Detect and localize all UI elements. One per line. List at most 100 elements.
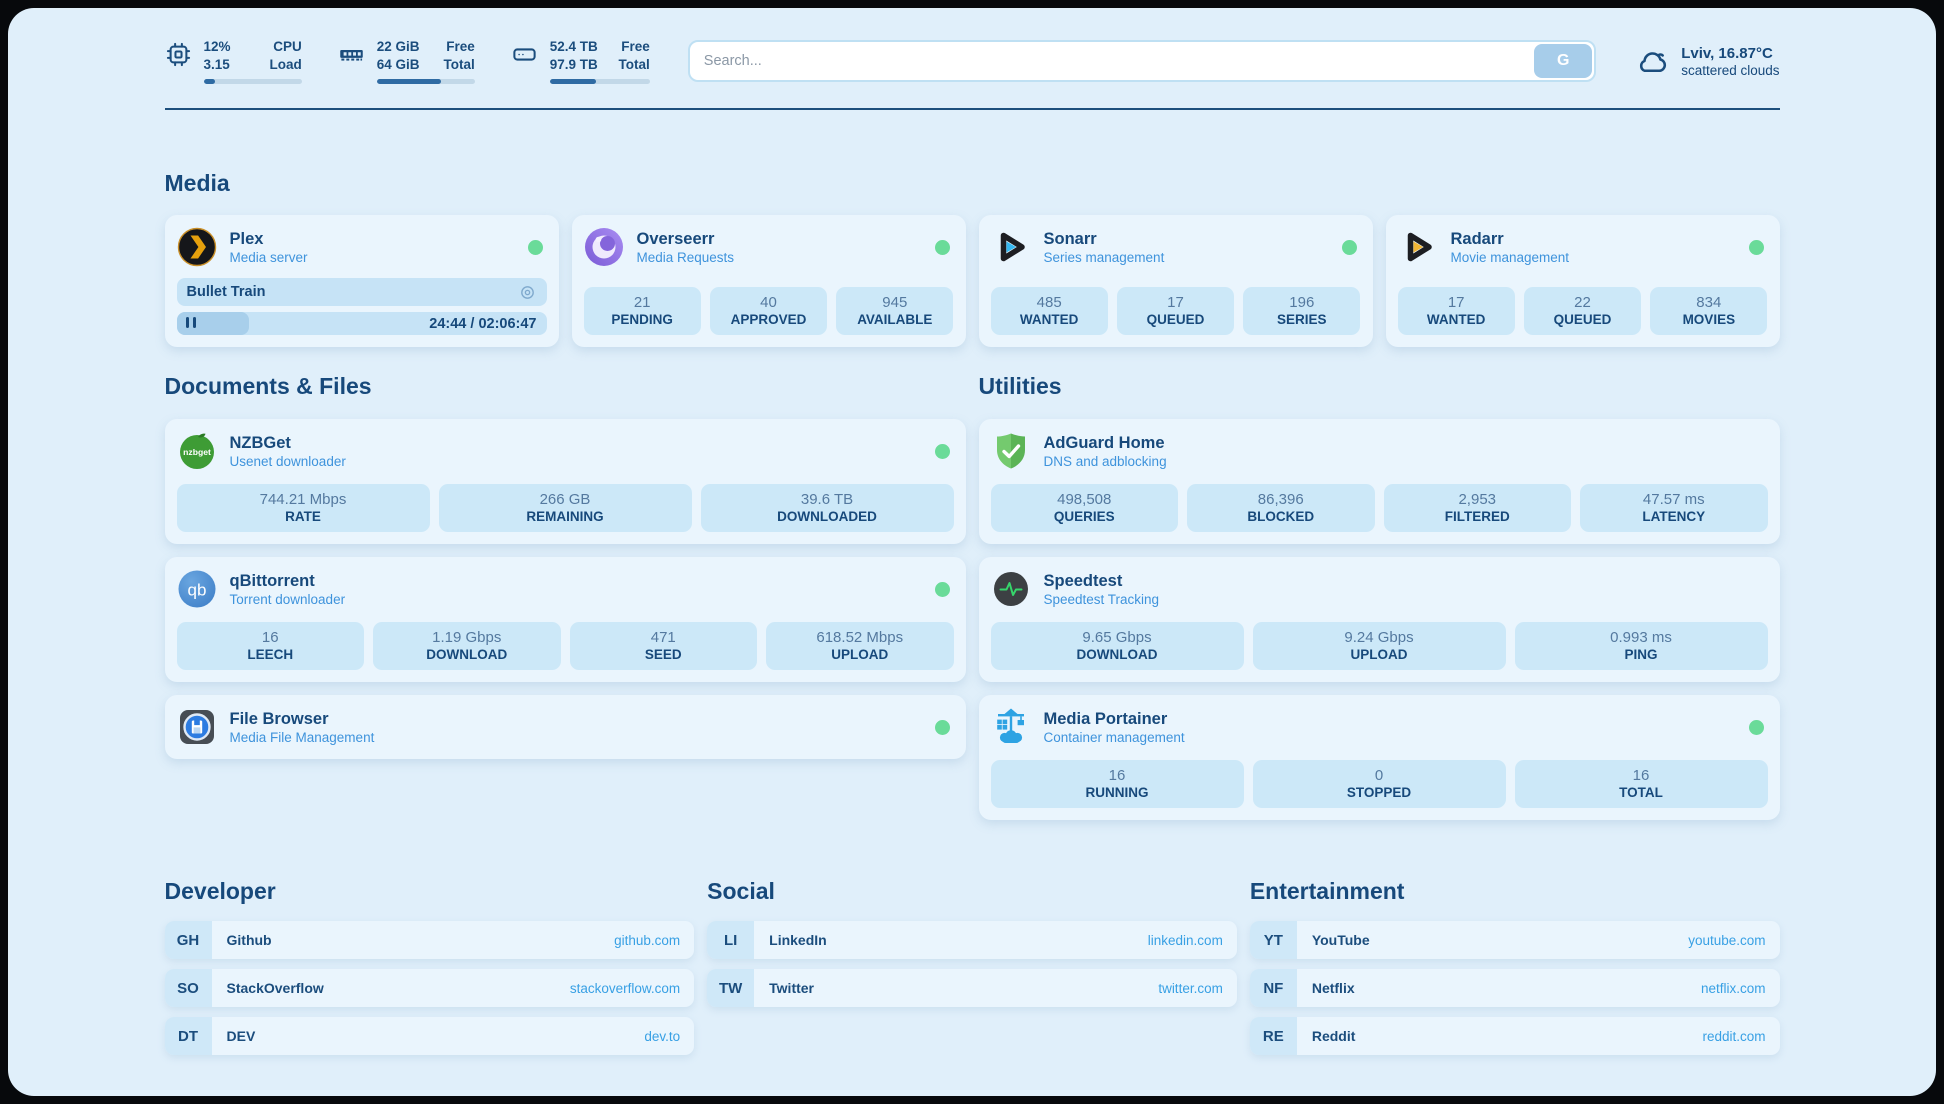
ram-icon [338, 41, 365, 68]
bookmark-abbr: GH [165, 921, 212, 959]
disk-total-value: 97.9 TB [550, 56, 598, 74]
app-card-speedtest[interactable]: Speedtest Speedtest Tracking 9.65 Gbps D… [979, 557, 1780, 682]
app-card-qbittorrent[interactable]: qb qBittorrent Torrent downloader 16 LEE… [165, 557, 966, 682]
two-column-card-area: Documents & Files nzbget NZBGet Usenet d… [165, 373, 1780, 820]
section-title-developer: Developer [165, 878, 695, 905]
bookmark-abbr: RE [1250, 1017, 1297, 1055]
app-description: DNS and adblocking [1044, 454, 1167, 469]
disk-icon [511, 41, 538, 68]
stat-tile: 22 QUEUED [1524, 287, 1641, 335]
app-description: Series management [1044, 250, 1165, 265]
bookmark-url: dev.to [644, 1017, 694, 1055]
disk-label-1: Free [621, 38, 650, 56]
app-description: Torrent downloader [230, 592, 346, 607]
ram-stat: 22 GiB 64 GiB Free Total [338, 38, 475, 84]
cloud-icon [1634, 43, 1670, 79]
status-dot [1749, 240, 1764, 255]
status-dot [935, 720, 950, 735]
bookmark-abbr: NF [1250, 969, 1297, 1007]
app-name: Media Portainer [1044, 710, 1185, 729]
stat-tile: 1.19 Gbps DOWNLOAD [373, 622, 561, 670]
stat-tile: 17 WANTED [1398, 287, 1515, 335]
search-bar: G [688, 40, 1596, 82]
bookmark-name: Twitter [754, 969, 814, 1007]
app-card-filebrowser[interactable]: File Browser Media File Management [165, 695, 966, 759]
stat-tile: 834 MOVIES [1650, 287, 1767, 335]
app-name: NZBGet [230, 434, 346, 453]
bookmark-area: Developer GH Github github.com SO StackO… [165, 878, 1780, 1065]
cpu-icon [165, 41, 192, 68]
ram-label-2: Total [444, 56, 475, 74]
app-description: Usenet downloader [230, 454, 346, 469]
bookmark-url: linkedin.com [1148, 921, 1237, 959]
section-title-entertainment: Entertainment [1250, 878, 1780, 905]
stat-tile: 47.57 ms LATENCY [1580, 484, 1768, 532]
app-card-sonarr[interactable]: Sonarr Series management 485 WANTED 17 Q… [979, 215, 1373, 347]
app-name: Plex [230, 230, 308, 249]
bookmark-linkedin[interactable]: LI LinkedIn linkedin.com [707, 921, 1237, 959]
bookmark-name: Reddit [1297, 1017, 1356, 1055]
bookmark-url: stackoverflow.com [570, 969, 694, 1007]
status-dot [1749, 720, 1764, 735]
weather-widget: Lviv, 16.87°C scattered clouds [1634, 43, 1779, 79]
app-description: Container management [1044, 730, 1185, 745]
stat-tile: 196 SERIES [1243, 287, 1360, 335]
svg-text:qb: qb [187, 581, 206, 600]
app-card-radarr[interactable]: Radarr Movie management 17 WANTED 22 QUE… [1386, 215, 1780, 347]
search-engine-button[interactable]: G [1534, 44, 1592, 78]
app-card-nzbget[interactable]: nzbget NZBGet Usenet downloader 744.21 M… [165, 419, 966, 544]
bookmark-url: reddit.com [1702, 1017, 1779, 1055]
status-dot [1342, 240, 1357, 255]
bookmark-name: YouTube [1297, 921, 1370, 959]
ram-free-value: 22 GiB [377, 38, 420, 56]
app-card-overseerr[interactable]: Overseerr Media Requests 21 PENDING 40 A… [572, 215, 966, 347]
svg-text:nzbget: nzbget [183, 447, 211, 457]
bookmark-name: Github [212, 921, 272, 959]
bookmark-reddit[interactable]: RE Reddit reddit.com [1250, 1017, 1780, 1055]
overseerr-icon [584, 227, 624, 267]
app-description: Movie management [1451, 250, 1570, 265]
header-divider [165, 108, 1780, 110]
app-card-plex[interactable]: Plex Media server Bullet Train 24:44 / 0… [165, 215, 559, 347]
stat-tile: 16 TOTAL [1515, 760, 1768, 808]
status-dot [935, 240, 950, 255]
stat-tile: 744.21 Mbps RATE [177, 484, 430, 532]
ram-progressbar [377, 79, 475, 84]
stat-tile: 17 QUEUED [1117, 287, 1234, 335]
app-card-portainer[interactable]: Media Portainer Container management 16 … [979, 695, 1780, 820]
bookmark-stackoverflow[interactable]: SO StackOverflow stackoverflow.com [165, 969, 695, 1007]
app-card-adguard[interactable]: AdGuard Home DNS and adblocking 498,508 … [979, 419, 1780, 544]
plex-icon [177, 227, 217, 267]
utilities-column: Utilities AdGuard Home DNS and adblockin… [979, 373, 1780, 820]
app-name: AdGuard Home [1044, 434, 1167, 453]
bookmark-abbr: DT [165, 1017, 212, 1055]
search-input[interactable] [690, 53, 1594, 69]
speedtest-icon [991, 569, 1031, 609]
bookmark-twitter[interactable]: TW Twitter twitter.com [707, 969, 1237, 1007]
bookmark-url: github.com [614, 921, 694, 959]
section-title-social: Social [707, 878, 1237, 905]
status-dot [935, 582, 950, 597]
system-stats: 12% 3.15 CPU Load [165, 38, 650, 84]
filebrowser-icon [177, 707, 217, 747]
stat-tile: 498,508 QUERIES [991, 484, 1179, 532]
media-card-grid: Plex Media server Bullet Train 24:44 / 0… [165, 215, 1780, 347]
bookmark-abbr: TW [707, 969, 754, 1007]
stat-tile: 86,396 BLOCKED [1187, 484, 1375, 532]
top-bar: 12% 3.15 CPU Load [165, 38, 1780, 84]
bookmark-github[interactable]: GH Github github.com [165, 921, 695, 959]
cpu-stat: 12% 3.15 CPU Load [165, 38, 302, 84]
stat-tile: 9.65 Gbps DOWNLOAD [991, 622, 1244, 670]
bookmark-name: DEV [212, 1017, 256, 1055]
pause-icon [186, 315, 200, 333]
bookmark-url: twitter.com [1158, 969, 1237, 1007]
camera-icon [518, 283, 537, 302]
bookmark-netflix[interactable]: NF Netflix netflix.com [1250, 969, 1780, 1007]
weather-location-temp: Lviv, 16.87°C [1681, 45, 1779, 62]
status-dot [528, 240, 543, 255]
bookmark-youtube[interactable]: YT YouTube youtube.com [1250, 921, 1780, 959]
now-playing-title: Bullet Train [187, 284, 266, 300]
portainer-icon [991, 707, 1031, 747]
ram-total-value: 64 GiB [377, 56, 420, 74]
bookmark-dev[interactable]: DT DEV dev.to [165, 1017, 695, 1055]
